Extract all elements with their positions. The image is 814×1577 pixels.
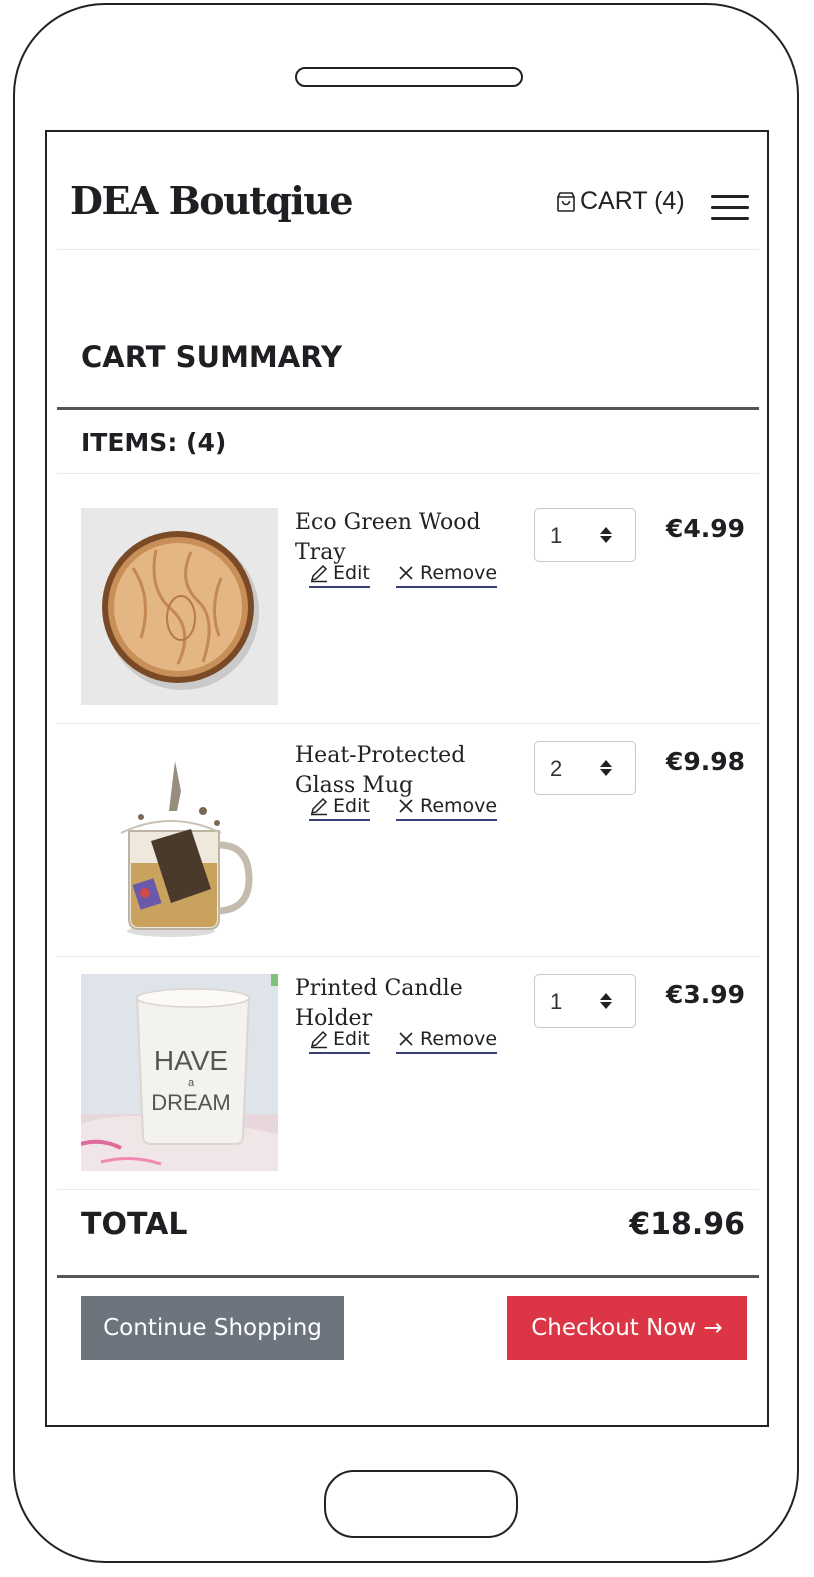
shopping-bag-icon <box>557 191 575 212</box>
total-label: TOTAL <box>81 1207 188 1242</box>
candle-holder-image: HAVE a DREAM <box>81 974 278 1171</box>
edit-label: Edit <box>333 795 370 817</box>
total-value: €18.96 <box>629 1207 745 1242</box>
remove-label: Remove <box>420 1028 498 1050</box>
edit-link[interactable]: Edit <box>309 562 370 588</box>
cart-link-label: CART (4) <box>580 187 685 215</box>
candle-print-line1: HAVE <box>154 1045 228 1076</box>
pencil-icon <box>310 797 328 816</box>
remove-link[interactable]: Remove <box>396 795 498 821</box>
product-image[interactable]: HAVE a DREAM <box>81 974 278 1171</box>
remove-label: Remove <box>420 795 498 817</box>
product-name[interactable]: Eco Green Wood Tray <box>295 508 505 568</box>
quantity-select[interactable]: 2 <box>534 741 636 795</box>
remove-label: Remove <box>420 562 498 584</box>
cart-link[interactable]: CART (4) <box>554 187 685 216</box>
quantity-select[interactable]: 1 <box>534 974 636 1028</box>
remove-link[interactable]: Remove <box>396 1028 498 1054</box>
cart-summary-title: CART SUMMARY <box>81 340 342 374</box>
site-header: DEA Boutqiue CART (4) <box>57 132 759 250</box>
pencil-icon <box>310 1030 328 1049</box>
hamburger-icon <box>711 195 749 198</box>
checkout-button[interactable]: Checkout Now → <box>507 1296 747 1360</box>
brand-logo[interactable]: DEA Boutqiue <box>70 178 354 223</box>
edit-label: Edit <box>333 1028 370 1050</box>
sort-arrows-icon <box>600 527 612 543</box>
quantity-select[interactable]: 1 <box>534 508 636 562</box>
edit-link[interactable]: Edit <box>309 1028 370 1054</box>
sort-arrows-icon <box>600 760 612 776</box>
phone-screen: DEA Boutqiue CART (4) CART SUMMARY ITEMS… <box>45 130 769 1427</box>
quantity-value: 1 <box>550 989 563 1014</box>
items-count: ITEMS: (4) <box>81 428 227 457</box>
phone-speaker <box>295 67 523 87</box>
cart-item: HAVE a DREAM Printed Candle Holder Edit … <box>47 940 767 1172</box>
product-name[interactable]: Heat-Protected Glass Mug <box>295 741 505 801</box>
cart-item: Heat-Protected Glass Mug Edit Remove 2 €… <box>47 707 767 939</box>
product-image[interactable] <box>81 741 278 938</box>
phone-home-button <box>324 1470 518 1538</box>
item-price: €4.99 <box>665 514 745 543</box>
edit-label: Edit <box>333 562 370 584</box>
item-price: €3.99 <box>665 980 745 1009</box>
candle-print-line3: DREAM <box>151 1090 230 1115</box>
cart-item: Eco Green Wood Tray Edit Remove 1 €4.99 <box>47 474 767 706</box>
summary-divider <box>57 407 759 410</box>
x-icon <box>399 566 413 580</box>
continue-shopping-button[interactable]: Continue Shopping <box>81 1296 344 1360</box>
candle-print-line2: a <box>188 1077 195 1089</box>
pencil-icon <box>310 564 328 583</box>
quantity-value: 2 <box>550 756 563 781</box>
wood-tray-image <box>81 508 278 705</box>
menu-toggle[interactable] <box>711 192 749 222</box>
remove-link[interactable]: Remove <box>396 562 498 588</box>
product-image[interactable] <box>81 508 278 705</box>
total-divider <box>57 1275 759 1278</box>
sort-arrows-icon <box>600 993 612 1009</box>
edit-link[interactable]: Edit <box>309 795 370 821</box>
quantity-value: 1 <box>550 523 563 548</box>
glass-mug-image <box>81 741 278 938</box>
product-name[interactable]: Printed Candle Holder <box>295 974 505 1034</box>
x-icon <box>399 1032 413 1046</box>
x-icon <box>399 799 413 813</box>
item-price: €9.98 <box>665 747 745 776</box>
